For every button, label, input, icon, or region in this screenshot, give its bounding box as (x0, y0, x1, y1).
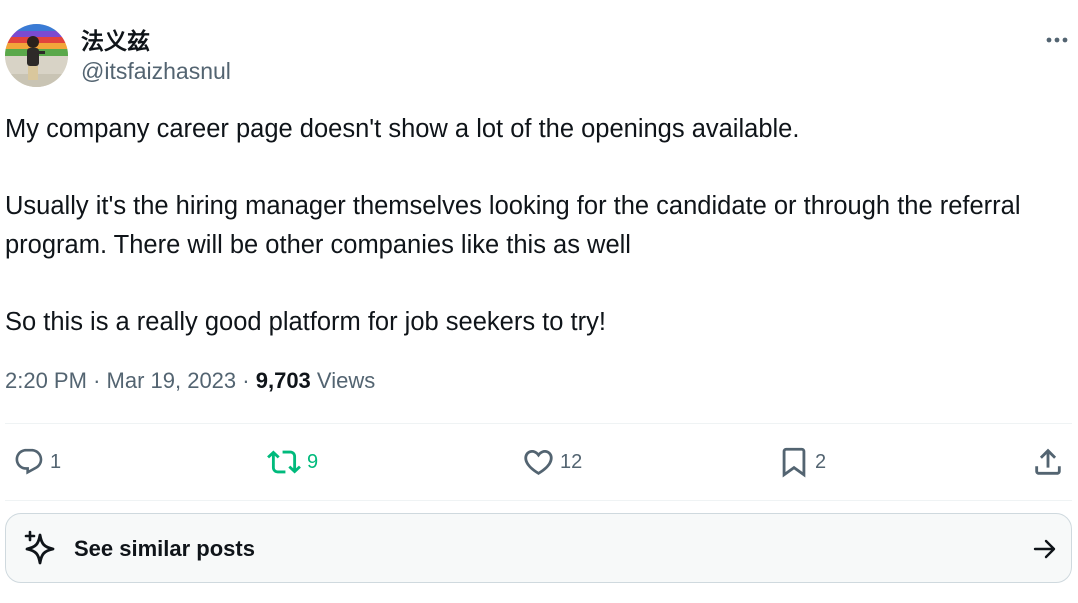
arrow-right-icon (1033, 538, 1057, 565)
divider (5, 423, 1072, 424)
views-count: 9,703 (255, 368, 311, 393)
bookmark-icon (782, 447, 806, 478)
avatar[interactable] (5, 24, 68, 87)
tweet-date[interactable]: Mar 19, 2023 (107, 368, 237, 393)
divider (5, 500, 1072, 501)
tweet-paragraph: My company career page doesn't show a lo… (5, 115, 800, 143)
bookmark-count: 2 (815, 451, 827, 473)
heart-icon (524, 449, 553, 475)
display-name[interactable]: 法义兹 (81, 27, 150, 55)
views-label: Views (316, 368, 376, 393)
tweet-paragraph: So this is a really good platform for jo… (5, 307, 606, 336)
retweet-icon (267, 450, 301, 474)
avatar-photo (5, 24, 68, 87)
meta-separator: · (242, 368, 250, 393)
share-icon (1035, 448, 1061, 475)
like-count: 12 (560, 451, 583, 473)
tweet-paragraph: Usually it's the hiring manager themselv… (5, 192, 1021, 259)
like-button[interactable]: 12 (521, 444, 582, 480)
tweet-text: My company career page doesn't show a lo… (5, 110, 1055, 341)
share-button[interactable] (1031, 444, 1065, 480)
user-handle[interactable]: @itsfaizhasnul (81, 57, 231, 85)
see-similar-posts-label: See similar posts (74, 536, 255, 561)
tweet-time[interactable]: 2:20 PM (5, 368, 87, 393)
reply-count: 1 (50, 451, 62, 473)
meta-separator: · (93, 368, 101, 393)
reply-button[interactable]: 1 (12, 444, 61, 480)
retweet-count: 9 (307, 451, 319, 473)
bookmark-button[interactable]: 2 (777, 444, 826, 480)
more-horizontal-icon[interactable] (1040, 26, 1074, 54)
sparkle-icon (20, 529, 60, 574)
reply-icon (15, 448, 43, 475)
see-similar-posts-button[interactable]: See similar posts (5, 513, 1072, 583)
retweet-button[interactable]: 9 (265, 444, 318, 480)
tweet-meta: 2:20 PM · Mar 19, 2023 · 9,703 Views (5, 366, 375, 396)
